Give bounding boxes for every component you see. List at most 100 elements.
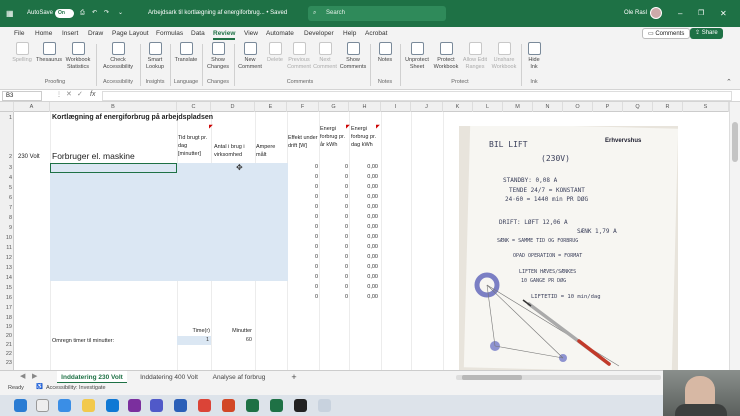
word-icon[interactable] (174, 399, 187, 412)
row-header[interactable]: 9 (0, 224, 14, 233)
enter-icon[interactable]: ✓ (77, 90, 83, 98)
menu-data[interactable]: Data (191, 27, 205, 40)
row-header[interactable]: 14 (0, 274, 14, 283)
thesaurus-button[interactable]: Thesaurus (36, 42, 62, 64)
show-comments-button[interactable]: Show Comments (339, 42, 367, 71)
accessibility-status[interactable]: Accessibility: Investigate (46, 385, 106, 391)
search-icon[interactable] (36, 399, 49, 412)
column-header[interactable]: C (177, 102, 211, 112)
powerpoint-icon[interactable] (222, 399, 235, 412)
input-range[interactable] (50, 163, 288, 281)
search-box[interactable]: ⌕ Search (308, 6, 446, 21)
menu-page-layout[interactable]: Page Layout (112, 27, 149, 40)
next-sheet-icon[interactable]: ▶ (32, 372, 37, 380)
row-header[interactable]: 11 (0, 244, 14, 253)
autosave-toggle[interactable]: On (55, 9, 74, 18)
comment-indicator-icon[interactable]: ◤ (209, 124, 213, 130)
row-header[interactable]: 3 (0, 164, 14, 173)
obs-icon[interactable] (294, 399, 307, 412)
menu-formulas[interactable]: Formulas (156, 27, 183, 40)
row-header[interactable]: 7 (0, 204, 14, 213)
close-icon[interactable]: ✕ (720, 0, 727, 27)
previous-sheet-icon[interactable]: ◀ (20, 372, 25, 380)
column-header[interactable]: A (14, 102, 50, 112)
column-header[interactable]: B (50, 102, 177, 112)
scrollbar-thumb[interactable] (732, 122, 738, 162)
excel-icon[interactable] (270, 399, 283, 412)
column-header[interactable]: L (473, 102, 503, 112)
share-button[interactable]: ⇪ Share (690, 28, 723, 39)
menu-review[interactable]: Review (213, 27, 236, 40)
row-header[interactable]: 13 (0, 264, 14, 273)
comment-indicator-icon[interactable]: ◤ (346, 124, 350, 130)
menu-developer[interactable]: Developer (304, 27, 334, 40)
menu-acrobat[interactable]: Acrobat (365, 27, 387, 40)
unshare-workbook-button[interactable]: Unshare Workbook (490, 42, 518, 71)
smart-lookup-button[interactable]: Smart Lookup (144, 42, 166, 71)
previous-comment-button[interactable]: Previous Comment (287, 42, 311, 71)
row-header[interactable]: 18 (0, 314, 14, 323)
cancel-icon[interactable]: ✕ (66, 90, 72, 98)
column-header[interactable]: E (255, 102, 287, 112)
next-comment-button[interactable]: Next Comment (313, 42, 337, 71)
delete-comment-button[interactable]: Delete (265, 42, 285, 64)
translate-button[interactable]: Translate (173, 42, 199, 64)
excel-icon[interactable] (246, 399, 259, 412)
row-header[interactable]: 5 (0, 184, 14, 193)
avatar[interactable] (650, 7, 662, 19)
row-header[interactable]: 19 (0, 323, 14, 332)
horizontal-scrollbar[interactable] (456, 375, 661, 380)
comments-button[interactable]: ▭ Comments (642, 28, 691, 39)
allow-edit-ranges-button[interactable]: Allow Edit Ranges (461, 42, 489, 71)
row-header[interactable]: 22 (0, 350, 14, 359)
undo-icon[interactable]: ↶ (92, 0, 97, 27)
teams-icon[interactable] (150, 399, 163, 412)
minimize-icon[interactable]: – (678, 0, 682, 27)
embedded-notes-photo[interactable]: BIL LIFT (230V) Erhvervshus STANDBY: 0,0… (459, 126, 678, 370)
formula-bar-options-icon[interactable]: ⋮ (56, 91, 62, 98)
column-header[interactable]: K (443, 102, 473, 112)
row-header[interactable]: 17 (0, 304, 14, 313)
redo-icon[interactable]: ↷ (104, 0, 109, 27)
row-header[interactable]: 1 (0, 114, 14, 123)
insert-function-icon[interactable]: fx (90, 91, 95, 98)
column-header[interactable]: H (349, 102, 381, 112)
protect-workbook-button[interactable]: Protect Workbook (432, 42, 460, 71)
comment-indicator-icon[interactable]: ◤ (376, 124, 380, 130)
row-header[interactable]: 20 (0, 332, 14, 341)
row-header[interactable]: 23 (0, 359, 14, 368)
spelling-button[interactable]: Spelling (12, 42, 32, 64)
start-icon[interactable] (14, 399, 27, 412)
column-header[interactable]: S (683, 102, 729, 112)
edge-icon[interactable] (58, 399, 71, 412)
column-header[interactable]: N (533, 102, 563, 112)
column-header[interactable]: D (211, 102, 255, 112)
menu-help[interactable]: Help (343, 27, 356, 40)
onenote-icon[interactable] (128, 399, 141, 412)
column-header[interactable]: O (563, 102, 593, 112)
selected-cell[interactable] (50, 163, 177, 173)
hide-ink-button[interactable]: Hide Ink (524, 42, 544, 71)
menu-draw[interactable]: Draw (88, 27, 103, 40)
row-header[interactable]: 8 (0, 214, 14, 223)
new-comment-button[interactable]: New Comment (237, 42, 263, 71)
collapse-ribbon-icon[interactable]: ⌃ (726, 78, 732, 86)
column-header[interactable]: F (287, 102, 319, 112)
name-box[interactable]: B3 (2, 91, 42, 101)
menu-file[interactable]: File (14, 27, 24, 40)
save-icon[interactable]: ⎙ (80, 0, 85, 27)
notes-button[interactable]: Notes (374, 42, 396, 64)
column-header[interactable]: I (381, 102, 411, 112)
menu-automate[interactable]: Automate (266, 27, 294, 40)
row-header[interactable]: 15 (0, 284, 14, 293)
column-header[interactable]: P (593, 102, 623, 112)
menu-home[interactable]: Home (35, 27, 52, 40)
unprotect-sheet-button[interactable]: Unprotect Sheet (403, 42, 431, 71)
column-header[interactable]: G (319, 102, 349, 112)
maximize-icon[interactable]: ❐ (698, 0, 704, 27)
customize-qat-icon[interactable]: ⌄ (118, 0, 123, 27)
show-changes-button[interactable]: Show Changes (205, 42, 231, 71)
workbook-statistics-button[interactable]: Workbook Statistics (64, 42, 92, 71)
column-header[interactable]: R (653, 102, 683, 112)
horizontal-scrollbar-thumb[interactable] (462, 375, 522, 380)
